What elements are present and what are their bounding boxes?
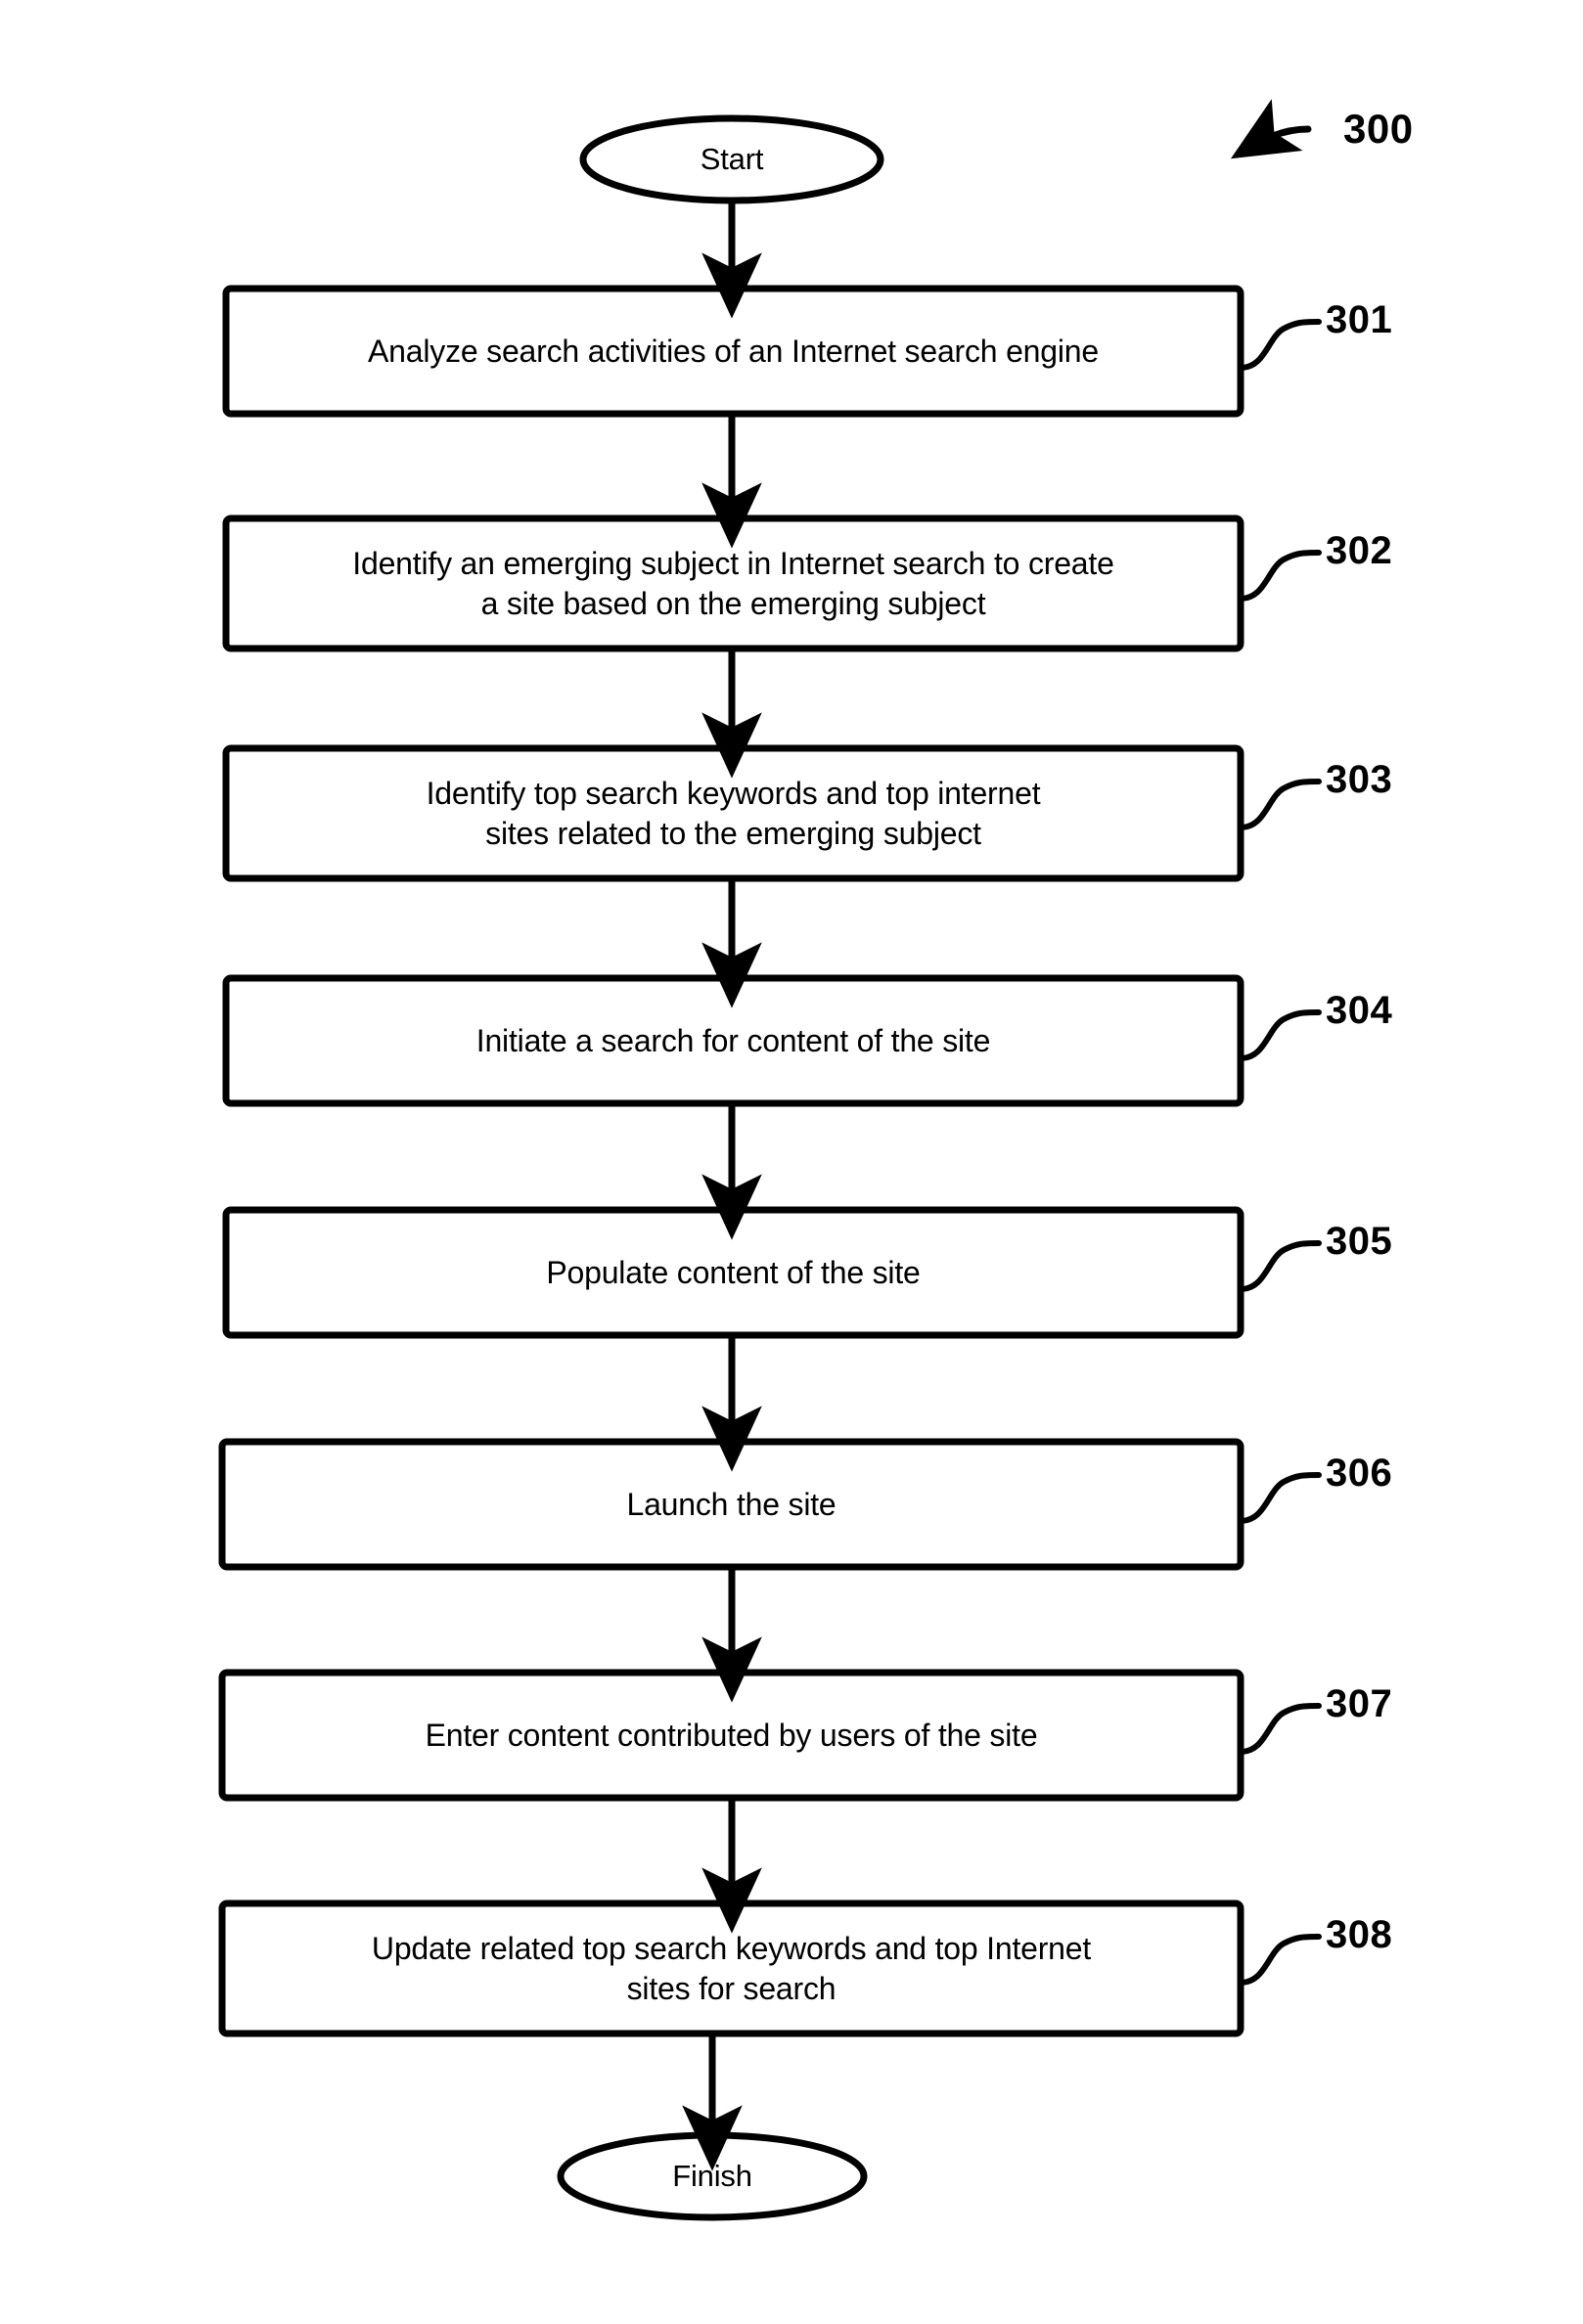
start-terminal-label: Start <box>700 142 764 177</box>
reference-numeral-302: 302 <box>1326 529 1393 572</box>
process-label-307: Enter content contributed by users of th… <box>425 1717 1038 1753</box>
process-label-305: Populate content of the site <box>546 1254 921 1290</box>
reference-numeral-307: 307 <box>1326 1682 1393 1725</box>
process-label-301: Analyze search activities of an Internet… <box>368 333 1099 369</box>
leader-line-301 <box>1238 319 1322 371</box>
leader-line-308 <box>1238 1934 1322 1986</box>
process-label-302: Identify an emerging subject in Internet… <box>352 545 1114 621</box>
leader-line-304 <box>1238 1009 1322 1061</box>
flowchart-diagram: 300 Start Finish Analyze search activiti… <box>0 0 1583 2324</box>
reference-numeral-304: 304 <box>1326 989 1393 1032</box>
reference-numeral-306: 306 <box>1326 1452 1393 1495</box>
finish-terminal-label: Finish <box>672 2159 752 2194</box>
process-label-303: Identify top search keywords and top int… <box>426 775 1041 851</box>
figure-reference-numeral: 300 <box>1343 106 1414 152</box>
process-label-306: Launch the site <box>626 1486 837 1522</box>
leader-line-306 <box>1238 1472 1322 1524</box>
leader-line-305 <box>1238 1240 1322 1292</box>
reference-numeral-303: 303 <box>1326 758 1393 801</box>
reference-numeral-308: 308 <box>1326 1913 1393 1956</box>
process-label-308: Update related top search keywords and t… <box>371 1930 1092 2006</box>
leader-line-307 <box>1238 1703 1322 1755</box>
figure-leader-line <box>1230 99 1312 159</box>
leader-line-303 <box>1238 779 1322 830</box>
leader-line-302 <box>1238 550 1322 602</box>
reference-numeral-305: 305 <box>1326 1220 1393 1263</box>
reference-numeral-301: 301 <box>1326 298 1393 341</box>
process-label-304: Initiate a search for content of the sit… <box>475 1022 991 1058</box>
